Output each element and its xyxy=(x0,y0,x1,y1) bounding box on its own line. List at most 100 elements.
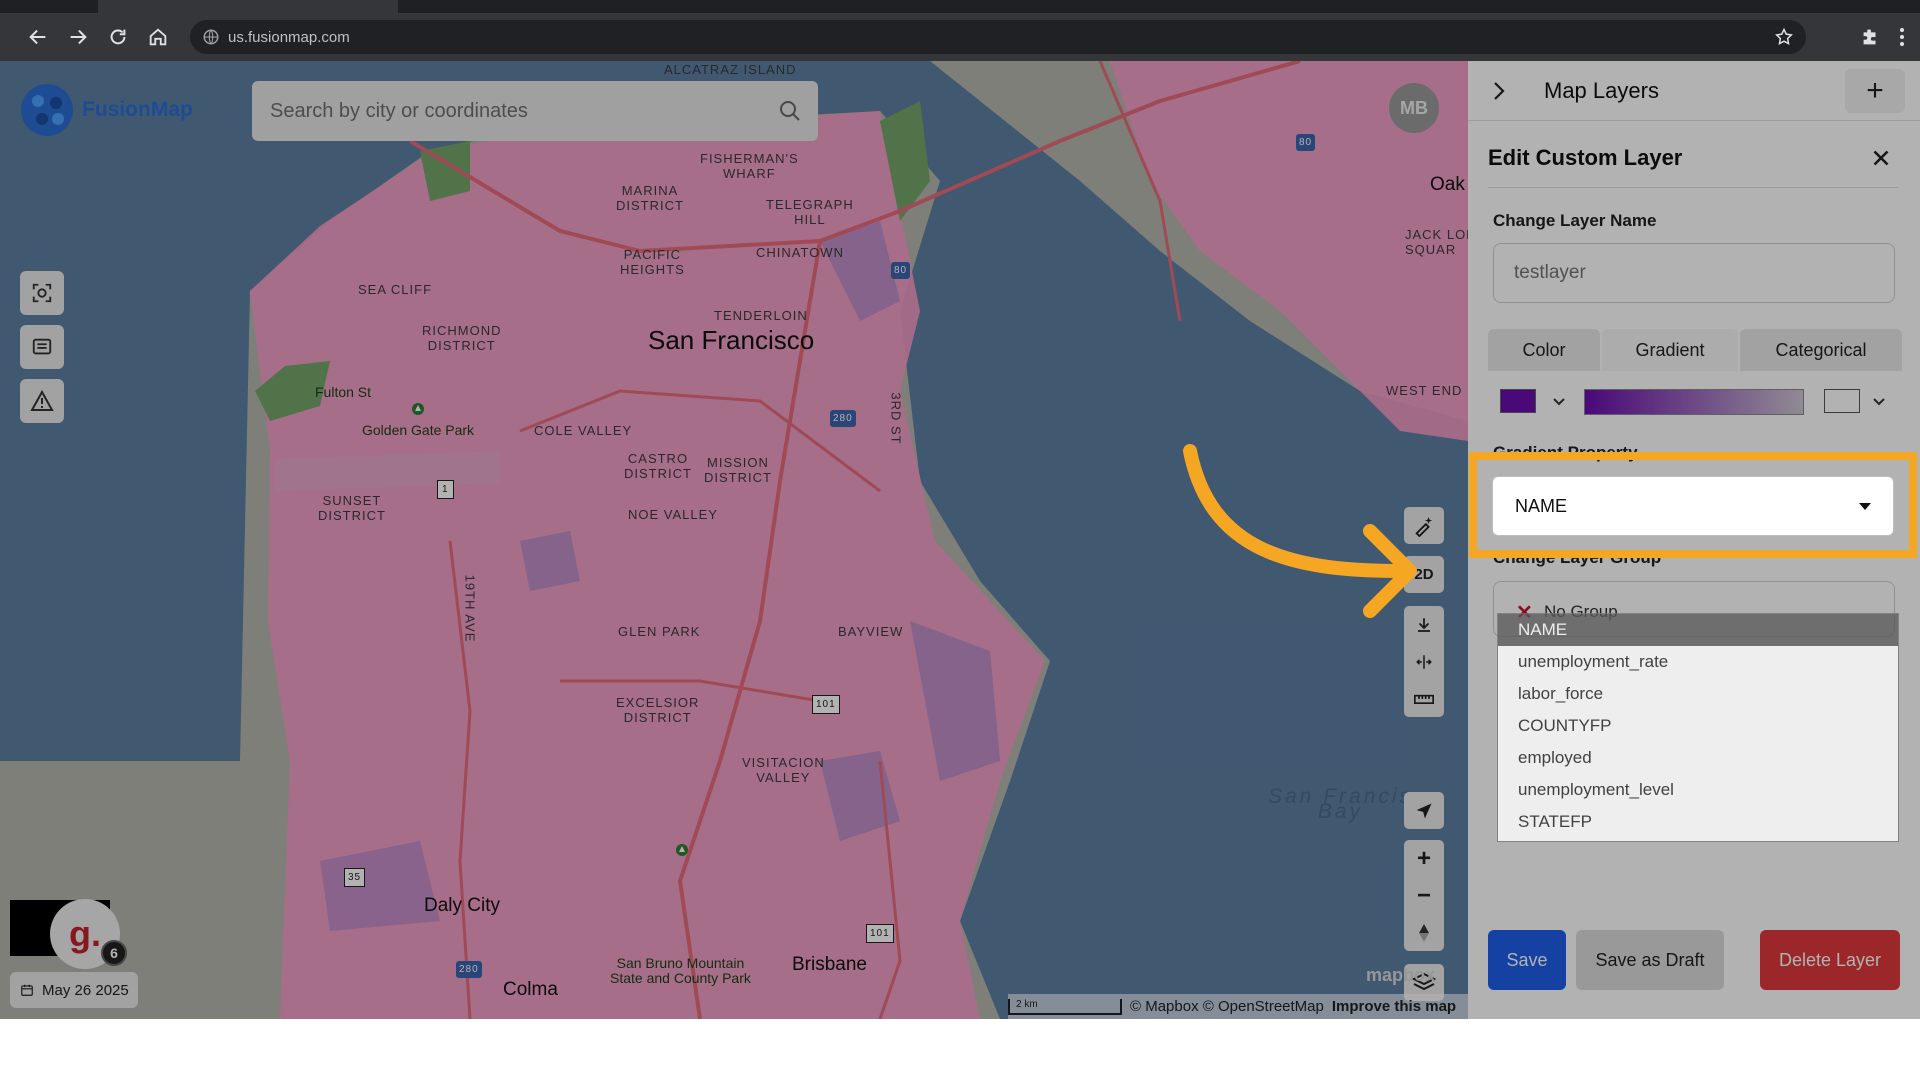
calendar-icon xyxy=(21,984,33,996)
alert-tool-button[interactable] xyxy=(20,379,64,423)
location-arrow-icon xyxy=(1416,803,1432,818)
tab-categorical[interactable]: Categorical xyxy=(1740,329,1902,371)
map-label-brisbane: Brisbane xyxy=(792,954,867,975)
map-label-fulton-st: Fulton St xyxy=(315,384,372,400)
map-label-daly-city: Daly City xyxy=(424,895,501,916)
browser-toolbar: us.fusionmap.com xyxy=(0,13,1920,61)
address-bar[interactable]: us.fusionmap.com xyxy=(190,20,1806,54)
browser-menu-icon[interactable] xyxy=(1888,23,1916,51)
browser-active-tab[interactable] xyxy=(98,0,398,13)
back-icon[interactable] xyxy=(24,23,52,51)
route-shield-280a: 280 xyxy=(830,410,856,427)
map-label-alcatraz: Alcatraz Island xyxy=(664,62,797,77)
route-shield-101a: 101 xyxy=(812,695,840,714)
style-tabs: Color Gradient Categorical xyxy=(1488,329,1908,371)
dropdown-option[interactable]: STATEFP xyxy=(1498,806,1898,838)
chevron-down-icon[interactable] xyxy=(1872,395,1886,409)
map-label-marina: MARINA DISTRICT xyxy=(616,183,684,213)
route-shield-80a: 80 xyxy=(1296,134,1316,151)
tab-gradient[interactable]: Gradient xyxy=(1602,329,1738,371)
map-label-excelsior: EXCELSIOR DISTRICT xyxy=(616,695,700,725)
save-draft-button[interactable]: Save as Draft xyxy=(1576,930,1724,990)
dropdown-option[interactable]: unemployment_rate xyxy=(1498,646,1898,678)
route-shield-101b: 101 xyxy=(866,924,894,943)
compass-button[interactable] xyxy=(1404,914,1444,951)
dropdown-option[interactable]: COUNTYFP xyxy=(1498,710,1898,742)
measure-button[interactable] xyxy=(1404,680,1444,717)
user-avatar[interactable]: MB xyxy=(1389,83,1439,133)
address-url: us.fusionmap.com xyxy=(228,29,350,46)
zoom-out-button[interactable]: − xyxy=(1404,877,1444,914)
reload-icon[interactable] xyxy=(104,23,132,51)
screenshot-tool-button[interactable] xyxy=(20,271,64,315)
map-label-san-bruno: San Bruno Mountain State and County Park xyxy=(610,955,751,986)
recorder-badge: 6 xyxy=(101,940,127,966)
fusionmap-logo-icon xyxy=(21,84,73,136)
improve-map-link[interactable]: Improve this map xyxy=(1332,998,1456,1015)
compare-button[interactable] xyxy=(1404,643,1444,680)
map-label-mission: MISSION DISTRICT xyxy=(704,455,772,485)
map-label-colma: Colma xyxy=(503,979,558,1000)
date-chip[interactable]: May 26 2025 xyxy=(10,972,138,1008)
route-shield-1: 1 xyxy=(437,480,454,499)
map-label-castro: CASTRO DISTRICT xyxy=(624,451,692,481)
add-layer-button[interactable]: + xyxy=(1845,69,1905,113)
mapbox-logo: mapbox xyxy=(1366,965,1436,985)
route-shield-80b: 80 xyxy=(891,262,911,279)
gradient-end-swatch[interactable] xyxy=(1824,389,1860,413)
logo-text: FusionMap xyxy=(82,98,193,121)
dropdown-option[interactable]: NAME xyxy=(1498,614,1898,646)
tutorial-arrow-icon xyxy=(1183,444,1417,618)
gradient-property-value: NAME xyxy=(1515,496,1568,516)
bookmark-star-icon[interactable] xyxy=(1774,27,1794,47)
panel-header: Map Layers + xyxy=(1468,61,1920,121)
search-input[interactable] xyxy=(270,96,750,126)
save-button[interactable]: Save xyxy=(1488,930,1566,990)
search-icon[interactable] xyxy=(778,99,802,123)
map-label-oakland: Oak xyxy=(1430,174,1465,195)
date-text: May 26 2025 xyxy=(42,981,129,999)
map-label-visitacion: VISITACION VALLEY xyxy=(742,755,825,785)
site-info-icon[interactable] xyxy=(202,28,220,46)
extensions-icon[interactable] xyxy=(1856,23,1884,51)
notes-tool-button[interactable] xyxy=(20,325,64,369)
delete-layer-button[interactable]: Delete Layer xyxy=(1760,930,1900,990)
page-bottom-whitespace xyxy=(0,1019,1920,1080)
map-label-noe-valley: NOE VALLEY xyxy=(628,507,718,522)
layer-name-input[interactable] xyxy=(1493,243,1895,303)
map-label-west-end: WEST END xyxy=(1386,383,1463,398)
gradient-property-select[interactable]: NAME xyxy=(1492,476,1894,536)
map-label-golden-gate-park: Golden Gate Park xyxy=(362,422,475,438)
close-icon[interactable] xyxy=(1868,145,1894,171)
forward-icon[interactable] xyxy=(64,23,92,51)
scan-icon xyxy=(32,283,52,303)
map-label-jack-london: JACK LON SQUAR xyxy=(1405,227,1468,257)
park-marker-icon xyxy=(412,403,424,415)
geolocate-button[interactable] xyxy=(1404,792,1444,829)
map-search xyxy=(252,81,818,141)
map-label-sf-bay: San Francis Bay xyxy=(1268,785,1414,823)
map-label-19th-ave: 19th Ave xyxy=(462,574,478,643)
split-arrows-icon xyxy=(1416,654,1432,669)
map-label-tenderloin: TENDERLOIN xyxy=(714,308,808,323)
panel-title: Map Layers xyxy=(1544,78,1659,103)
fusionmap-logo[interactable]: FusionMap xyxy=(18,79,193,141)
zoom-in-button[interactable]: + xyxy=(1404,840,1444,877)
dropdown-option[interactable]: employed xyxy=(1498,742,1898,774)
dropdown-option[interactable]: labor_force xyxy=(1498,678,1898,710)
collapse-panel-chevron-icon[interactable] xyxy=(1486,79,1510,103)
map-label-glen-park: GLEN PARK xyxy=(618,624,701,639)
attribution-text: © Mapbox © OpenStreetMap xyxy=(1130,998,1324,1015)
map-label-sunset: SUNSET DISTRICT xyxy=(318,493,386,523)
chevron-down-icon[interactable] xyxy=(1552,395,1566,409)
compass-icon xyxy=(1419,923,1429,942)
home-icon[interactable] xyxy=(144,23,172,51)
section-divider xyxy=(1488,187,1898,188)
map-label-fishermans-wharf: FISHERMAN'S WHARF xyxy=(700,151,799,181)
map-label-bayview: BAYVIEW xyxy=(838,624,904,639)
tab-color[interactable]: Color xyxy=(1488,329,1600,371)
map-attribution: 2 km © Mapbox © OpenStreetMap Improve th… xyxy=(1008,994,1468,1019)
map-label-telegraph-hill: TELEGRAPH HILL xyxy=(766,197,854,227)
dropdown-option[interactable]: unemployment_level xyxy=(1498,774,1898,806)
gradient-start-swatch[interactable] xyxy=(1500,389,1536,413)
